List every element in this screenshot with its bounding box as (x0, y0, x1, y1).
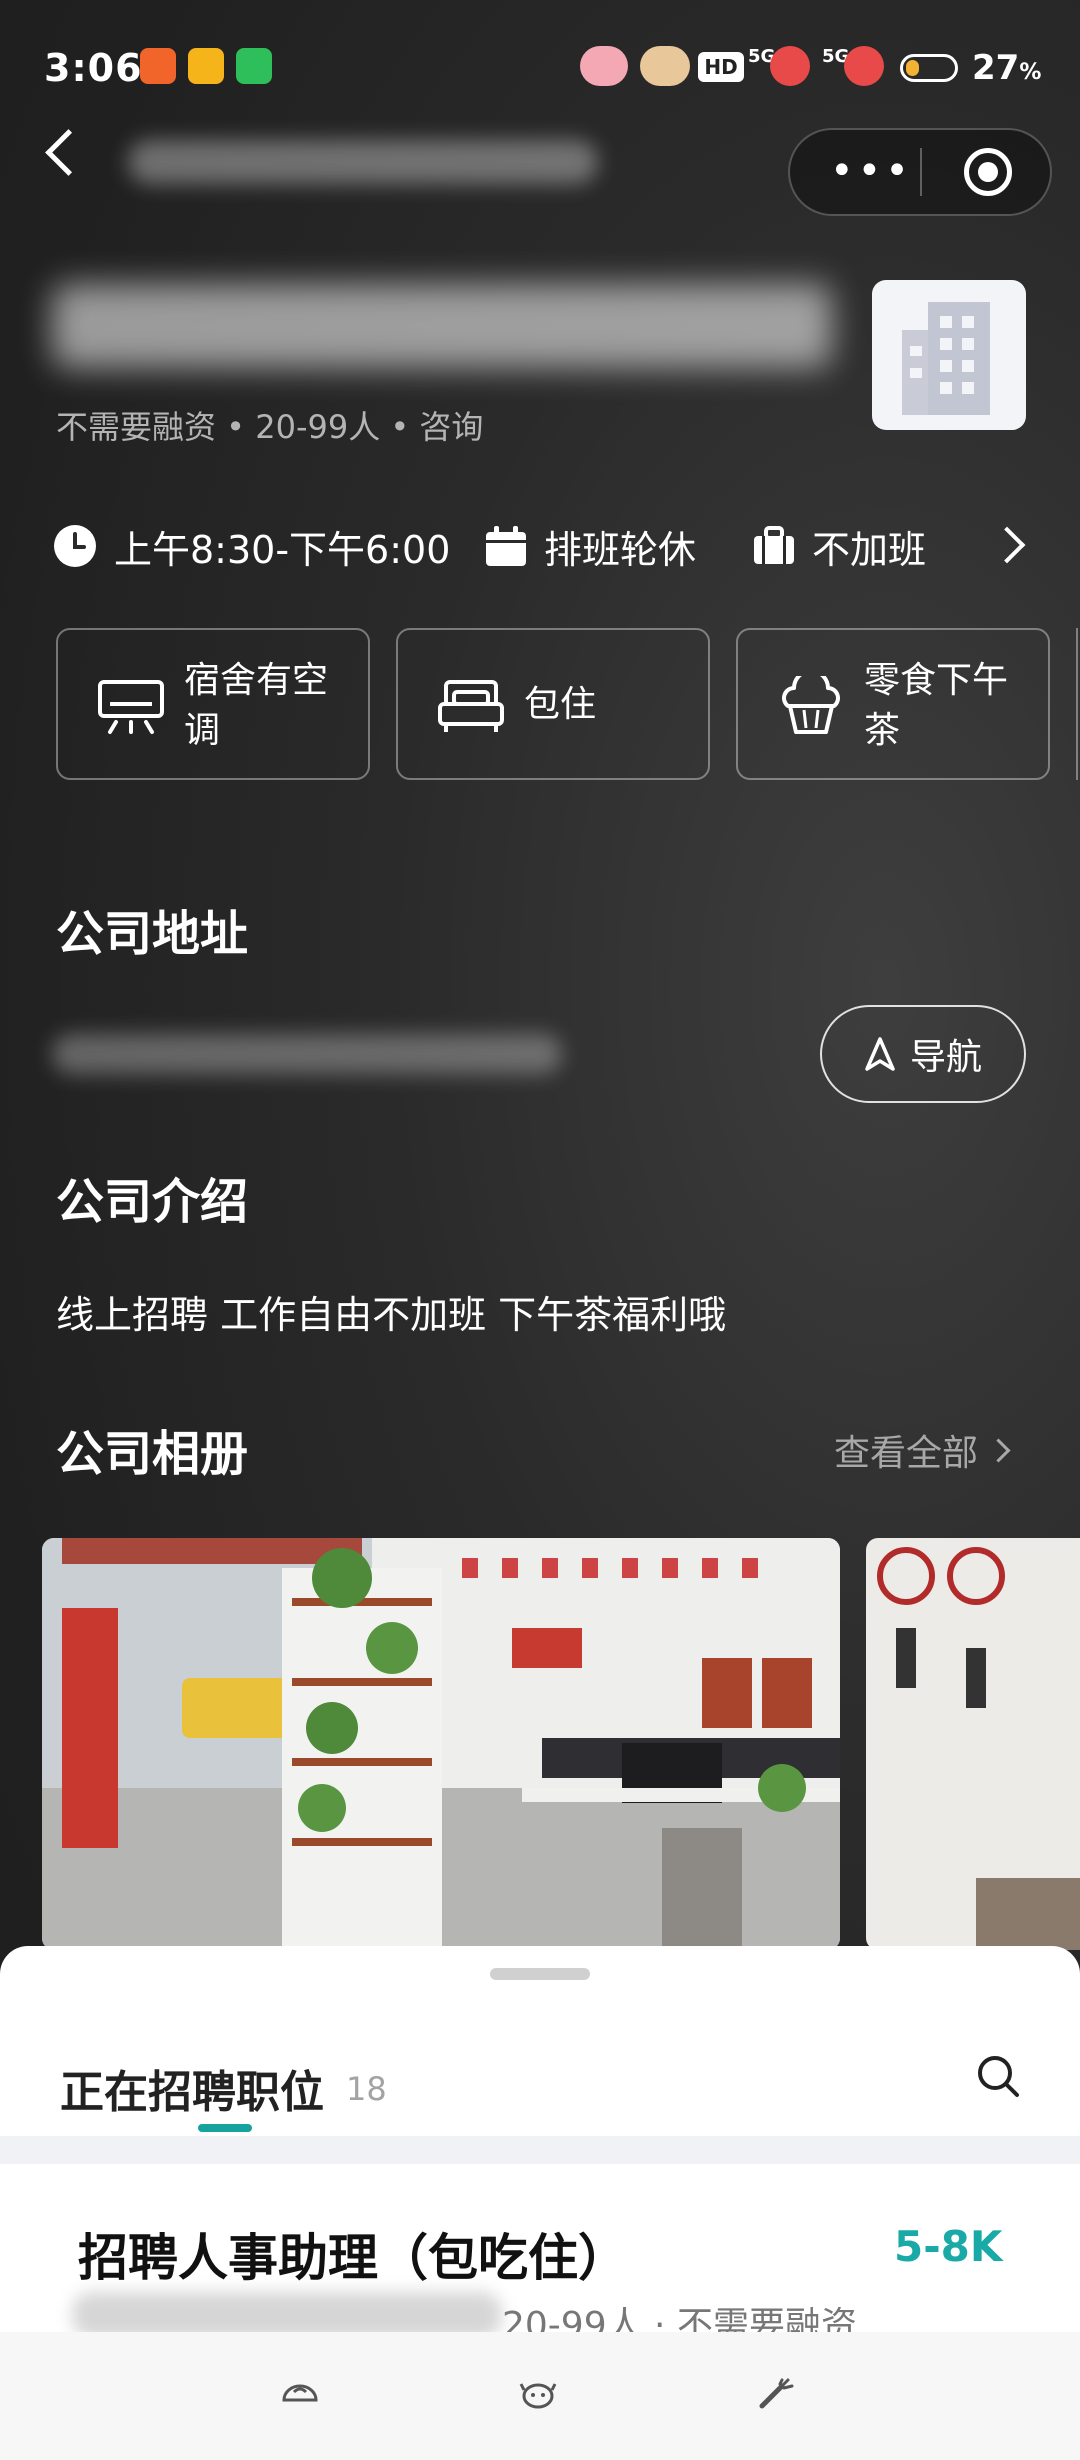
status-time: 3:06 (44, 46, 143, 90)
address-section-title: 公司地址 (56, 906, 249, 962)
briefcase-icon (754, 526, 794, 564)
benefit-card-offscreen (1076, 628, 1080, 780)
address-text-blurred (52, 1034, 562, 1074)
album-section-title: 公司相册 (56, 1426, 249, 1482)
work-hours-tag: 上午8:30-下午6:00 (52, 518, 450, 574)
signal-strength-icon-2 (844, 46, 884, 86)
status-bar: 3:06 HD 5G 5G 27% (0, 0, 1080, 136)
dog-face-icon[interactable] (518, 2378, 558, 2410)
benefit-card-housing: 包住 (396, 628, 710, 780)
no-overtime-label: 不加班 (812, 527, 927, 572)
signal-strength-icon (770, 46, 810, 86)
positions-count: 18 (346, 2070, 387, 2108)
mascot-app-icon (640, 46, 690, 86)
wall-photo-illustration (866, 1538, 1080, 1950)
benefit-label: 宿舍有空调 (184, 660, 329, 751)
battery-percent: 27% (972, 48, 1042, 88)
album-photo-office[interactable] (42, 1538, 840, 1950)
benefit-card-ac-dorm: 宿舍有空调 (56, 628, 370, 780)
weibo-icon (188, 48, 224, 84)
job-salary: 5-8K (894, 2222, 1003, 2271)
shift-tag: 排班轮休 (484, 518, 696, 574)
benefit-label: 零食下午茶 (864, 660, 1009, 751)
view-all-label: 查看全部 (834, 1433, 979, 1474)
navigation-arrow-icon (865, 1037, 895, 1071)
building-icon (902, 302, 990, 415)
navigate-label: 导航 (909, 1037, 982, 1078)
air-conditioner-icon (98, 680, 164, 734)
capsule-divider (920, 148, 922, 196)
intro-text: 线上招聘 工作自由不加班 下午茶福利哦 (56, 1293, 727, 1337)
clock-icon (54, 525, 96, 567)
chevron-right-icon (986, 1437, 1011, 1463)
sheet-separator (0, 2136, 1080, 2164)
view-all-link[interactable]: 查看全部 (834, 1424, 1011, 1476)
bed-icon (438, 680, 504, 732)
app-notification-icon (140, 48, 176, 84)
search-icon[interactable] (976, 2054, 1020, 2098)
bun-icon[interactable] (280, 2378, 320, 2410)
company-logo (872, 280, 1026, 430)
calendar-icon (486, 526, 526, 566)
battery-icon (900, 54, 958, 82)
benefit-card-snacks: 零食下午茶 (736, 628, 1050, 780)
more-options-icon[interactable]: ••• (830, 151, 913, 191)
work-hours-label: 上午8:30-下午6:00 (114, 527, 451, 572)
close-mini-program-icon[interactable] (964, 148, 1012, 196)
tab-hiring-positions[interactable]: 正在招聘职位 (60, 2056, 324, 2120)
job-title: 招聘人事助理（包吃住） (78, 2229, 628, 2287)
navigate-button[interactable]: 导航 (820, 1005, 1026, 1103)
pig-app-icon (580, 46, 628, 86)
hd-icon: HD (698, 52, 744, 82)
nav-title-blurred (128, 140, 598, 184)
sheet-drag-handle[interactable] (490, 1968, 590, 1980)
intro-section-title: 公司介绍 (56, 1174, 249, 1230)
benefit-label: 包住 (524, 684, 597, 725)
company-meta: 不需要融资 • 20-99人 • 咨询 (56, 408, 484, 446)
office-photo-illustration (42, 1538, 840, 1950)
security-shield-icon (236, 48, 272, 84)
no-overtime-tag: 不加班 (752, 518, 926, 574)
carrot-icon[interactable] (756, 2378, 796, 2410)
album-photo-wall[interactable] (866, 1538, 1080, 1950)
active-tab-indicator (198, 2124, 252, 2132)
company-name-blurred (52, 284, 832, 368)
cupcake-icon (782, 676, 840, 734)
shift-label: 排班轮休 (544, 527, 697, 572)
